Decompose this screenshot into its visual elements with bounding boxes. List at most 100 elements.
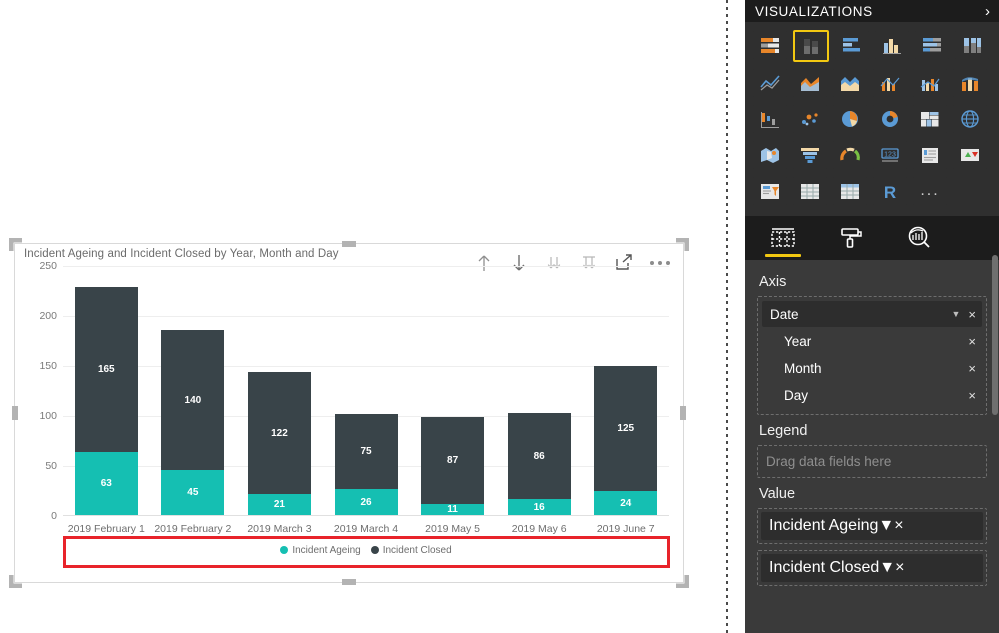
100-percent-stacked-column-chart-icon[interactable] xyxy=(955,30,989,60)
card-icon[interactable]: 123 xyxy=(873,140,907,170)
line-chart-icon[interactable] xyxy=(753,68,787,98)
line-and-clustered-column-chart-icon[interactable] xyxy=(913,68,947,98)
stacked-bar[interactable]: 140 45 xyxy=(161,330,225,515)
visualization-type-gallery[interactable]: 123 R... xyxy=(745,22,999,216)
funnel-icon[interactable] xyxy=(793,140,827,170)
resize-handle-top[interactable] xyxy=(342,241,356,247)
resize-handle-bottom[interactable] xyxy=(342,579,356,585)
stacked-bar[interactable]: 86 16 xyxy=(507,413,571,515)
stacked-bar[interactable]: 165 63 xyxy=(74,287,138,515)
chevron-down-icon[interactable]: ▼ xyxy=(878,517,894,535)
x-axis-label[interactable]: 2019 May 6 xyxy=(496,516,583,542)
r-script-visual-icon[interactable]: R xyxy=(873,176,907,206)
value-field-well[interactable]: Incident Ageing ▼ × Incident Closed ▼ × xyxy=(757,508,987,586)
x-axis-label[interactable]: 2019 March 4 xyxy=(323,516,410,542)
chevron-down-icon[interactable]: ▼ xyxy=(951,309,960,319)
stacked-bar[interactable]: 125 24 xyxy=(594,366,658,515)
scatter-chart-icon[interactable] xyxy=(793,104,827,134)
bar-group[interactable]: 165 63 xyxy=(63,266,150,515)
bar-segment-incident-closed[interactable]: 125 xyxy=(594,366,658,491)
bar-group[interactable]: 122 21 xyxy=(236,266,323,515)
bar-segment-incident-ageing[interactable]: 26 xyxy=(334,489,398,515)
panel-tabs[interactable] xyxy=(745,216,999,260)
stacked-bar[interactable]: 87 11 xyxy=(421,417,485,515)
bar-segment-incident-ageing[interactable]: 11 xyxy=(421,504,485,515)
x-axis-label[interactable]: 2019 May 5 xyxy=(409,516,496,542)
ribbon-chart-icon[interactable] xyxy=(953,68,987,98)
donut-chart-icon[interactable] xyxy=(873,104,907,134)
waterfall-chart-icon[interactable] xyxy=(753,104,787,134)
stacked-column-chart-icon[interactable] xyxy=(793,30,829,62)
panel-scrollbar[interactable] xyxy=(992,255,998,415)
bar-segment-incident-ageing[interactable]: 21 xyxy=(247,494,311,515)
chevron-right-icon[interactable]: › xyxy=(985,4,990,19)
filled-map-icon[interactable] xyxy=(753,140,787,170)
bar-segment-incident-closed[interactable]: 140 xyxy=(161,330,225,470)
x-axis-label[interactable]: 2019 March 3 xyxy=(236,516,323,542)
bar-segment-incident-ageing[interactable]: 63 xyxy=(74,452,138,515)
bar-segment-incident-closed[interactable]: 165 xyxy=(74,287,138,452)
resize-handle-right[interactable] xyxy=(680,406,686,420)
axis-field-well[interactable]: Date ▼ × Year × Month × Day × xyxy=(757,296,987,415)
axis-field-chip[interactable]: Month × xyxy=(762,356,982,381)
more-options-icon[interactable] xyxy=(647,261,673,265)
bar-segment-incident-ageing[interactable]: 16 xyxy=(507,499,571,515)
matrix-icon[interactable] xyxy=(833,176,867,206)
axis-field-chip[interactable]: Day × xyxy=(762,383,982,408)
remove-field-icon[interactable]: × xyxy=(894,517,903,535)
clustered-bar-chart-icon[interactable] xyxy=(835,30,869,60)
value-field-chip[interactable]: Incident Closed ▼ × xyxy=(761,554,983,582)
bar-group[interactable]: 125 24 xyxy=(582,266,669,515)
x-axis-label[interactable]: 2019 June 7 xyxy=(582,516,669,542)
stacked-bar[interactable]: 122 21 xyxy=(247,372,311,515)
resize-handle-top-left[interactable] xyxy=(9,238,22,251)
remove-field-icon[interactable]: × xyxy=(895,559,904,577)
legend-item[interactable]: Incident Closed xyxy=(370,545,452,556)
tab-analytics[interactable] xyxy=(899,219,939,257)
bar-segment-incident-ageing[interactable]: 24 xyxy=(594,491,658,515)
chart-legend[interactable]: Incident Ageing Incident Closed xyxy=(63,542,669,558)
kpi-icon[interactable] xyxy=(953,140,987,170)
report-canvas[interactable]: Incident Ageing and Incident Closed by Y… xyxy=(0,0,727,633)
bar-segment-incident-ageing[interactable]: 45 xyxy=(161,470,225,515)
bar-segment-incident-closed[interactable]: 122 xyxy=(247,372,311,494)
remove-field-icon[interactable]: × xyxy=(968,308,976,321)
remove-field-icon[interactable]: × xyxy=(968,362,976,375)
more-visuals-icon[interactable]: ... xyxy=(913,176,947,206)
bar-group[interactable]: 75 26 xyxy=(323,266,410,515)
treemap-icon[interactable] xyxy=(913,104,947,134)
axis-field-chip[interactable]: Date ▼ × xyxy=(762,301,982,327)
x-axis-label[interactable]: 2019 February 2 xyxy=(150,516,237,542)
map-icon[interactable] xyxy=(953,104,987,134)
tab-format[interactable] xyxy=(831,219,871,257)
chevron-down-icon[interactable]: ▼ xyxy=(879,559,895,577)
multi-row-card-icon[interactable] xyxy=(913,140,947,170)
resize-handle-left[interactable] xyxy=(12,406,18,420)
gauge-icon[interactable] xyxy=(833,140,867,170)
axis-field-chip[interactable]: Year × xyxy=(762,329,982,354)
stacked-bar[interactable]: 75 26 xyxy=(334,414,398,515)
stacked-bar-chart-icon[interactable] xyxy=(753,30,787,60)
chart-visual-container[interactable]: Incident Ageing and Incident Closed by Y… xyxy=(9,238,689,588)
bar-group[interactable]: 140 45 xyxy=(150,266,237,515)
tab-fields[interactable] xyxy=(763,219,803,257)
bar-segment-incident-closed[interactable]: 75 xyxy=(334,414,398,489)
area-chart-icon[interactable] xyxy=(793,68,827,98)
pie-chart-icon[interactable] xyxy=(833,104,867,134)
remove-field-icon[interactable]: × xyxy=(968,335,976,348)
x-axis-label[interactable]: 2019 February 1 xyxy=(63,516,150,542)
table-icon[interactable] xyxy=(793,176,827,206)
resize-handle-top-right[interactable] xyxy=(676,238,689,251)
legend-field-well[interactable]: Drag data fields here xyxy=(757,445,987,478)
value-field-slot[interactable]: Incident Closed ▼ × xyxy=(757,550,987,586)
line-and-stacked-column-chart-icon[interactable] xyxy=(873,68,907,98)
stacked-area-chart-icon[interactable] xyxy=(833,68,867,98)
value-field-slot[interactable]: Incident Ageing ▼ × xyxy=(757,508,987,544)
100-percent-stacked-bar-chart-icon[interactable] xyxy=(915,30,949,60)
bar-segment-incident-closed[interactable]: 87 xyxy=(421,417,485,504)
bar-group[interactable]: 87 11 xyxy=(409,266,496,515)
remove-field-icon[interactable]: × xyxy=(968,389,976,402)
value-field-chip[interactable]: Incident Ageing ▼ × xyxy=(761,512,983,540)
bar-segment-incident-closed[interactable]: 86 xyxy=(507,413,571,499)
legend-item[interactable]: Incident Ageing xyxy=(280,545,361,556)
